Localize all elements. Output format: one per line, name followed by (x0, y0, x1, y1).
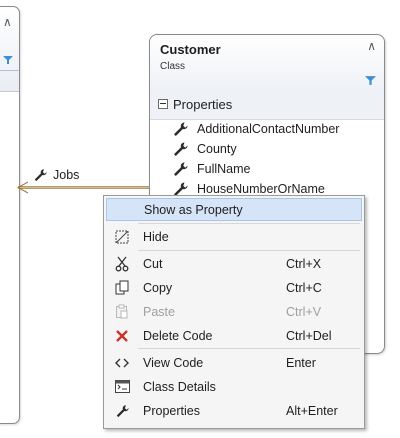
menu-item-show-as-property[interactable]: Show as Property (106, 198, 362, 221)
collapse-chevron-icon[interactable]: ∧ (367, 39, 376, 53)
collapse-minus-icon[interactable] (158, 99, 168, 109)
menu-separator (138, 250, 360, 251)
member-item[interactable]: AdditionalContactNumber (172, 119, 339, 139)
menu-item-copy[interactable]: Copy Ctrl+C (106, 276, 362, 299)
arrow-head-icon (17, 181, 29, 194)
menu-item-label: Properties (143, 403, 200, 418)
menu-item-label: Delete Code (143, 328, 213, 343)
class-header: Customer Class ∧ (150, 35, 384, 92)
wrench-icon (174, 162, 188, 176)
left-header-separator (0, 70, 19, 71)
paste-icon (114, 304, 130, 320)
scissors-icon (114, 256, 130, 272)
menu-item-class-details[interactable]: Class Details (106, 375, 362, 398)
association-label[interactable]: Jobs (33, 168, 79, 182)
menu-item-properties[interactable]: Properties Alt+Enter (106, 399, 362, 422)
member-label: AdditionalContactNumber (197, 122, 340, 136)
delete-x-icon (114, 328, 130, 344)
collapse-chevron-icon[interactable]: ∧ (3, 15, 12, 29)
menu-item-hide[interactable]: Hide (106, 225, 362, 248)
association-label-text: Jobs (53, 168, 80, 182)
filter-icon[interactable] (3, 55, 13, 65)
code-brackets-icon (114, 355, 130, 371)
menu-item-shortcut: Ctrl+X (286, 256, 322, 271)
menu-item-delete-code[interactable]: Delete Code Ctrl+Del (106, 324, 362, 347)
wrench-icon (174, 142, 188, 156)
copy-icon (114, 280, 130, 296)
properties-compartment-header[interactable]: Properties (150, 91, 384, 120)
menu-separator (138, 348, 360, 349)
menu-item-shortcut: Ctrl+C (286, 280, 322, 295)
menu-item-shortcut: Alt+Enter (286, 403, 338, 418)
menu-item-cut[interactable]: Cut Ctrl+X (106, 252, 362, 275)
left-class-shape[interactable]: ∧ (0, 6, 20, 424)
menu-item-shortcut: Ctrl+V (286, 304, 322, 319)
menu-item-label: Paste (143, 304, 175, 319)
menu-item-paste[interactable]: Paste Ctrl+V (106, 300, 362, 323)
menu-item-label: View Code (143, 355, 204, 370)
hide-icon (114, 229, 130, 245)
compartment-label: Properties (173, 97, 233, 112)
menu-item-shortcut: Ctrl+Del (286, 328, 332, 343)
member-label: County (197, 142, 237, 156)
context-menu: Show as Property Hide Cut Ctrl+X Copy Ct… (103, 195, 365, 429)
menu-item-label: Copy (143, 280, 173, 295)
left-body-separator (0, 91, 19, 92)
menu-item-label: Cut (143, 256, 163, 271)
menu-separator (138, 223, 360, 224)
filter-icon[interactable] (365, 75, 376, 86)
wrench-icon (114, 403, 130, 419)
menu-item-label: Class Details (143, 379, 216, 394)
menu-item-shortcut: Enter (286, 355, 316, 370)
class-name: Customer (160, 42, 221, 57)
wrench-icon (34, 169, 47, 182)
association-connector[interactable] (18, 186, 149, 189)
menu-item-label: Hide (143, 229, 169, 244)
member-label: FullName (197, 162, 251, 176)
wrench-icon (174, 122, 188, 136)
class-details-icon (114, 379, 130, 395)
member-item[interactable]: County (172, 139, 237, 159)
menu-item-view-code[interactable]: View Code Enter (106, 351, 362, 374)
member-item[interactable]: FullName (172, 159, 251, 179)
menu-item-label: Show as Property (144, 202, 243, 217)
class-kind: Class (160, 61, 186, 72)
